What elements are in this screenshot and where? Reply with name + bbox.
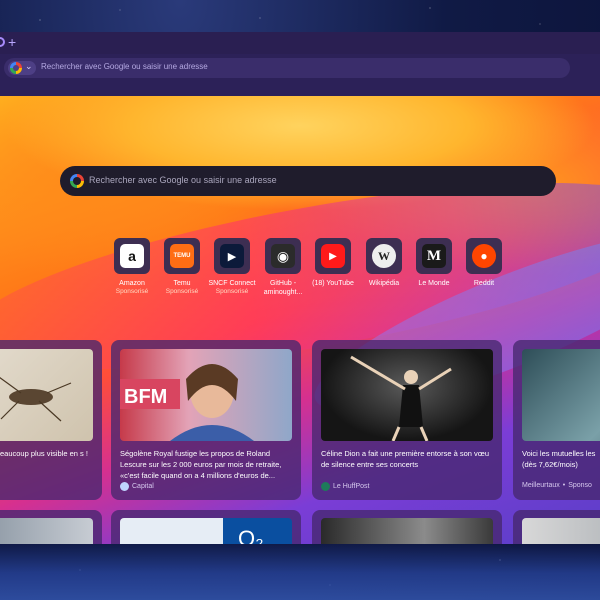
speed-dial-sponsored: Sponsorisé [115, 288, 149, 295]
svg-text:BFM: BFM [124, 386, 167, 408]
story-title: Voici les mutuelles les (dès 7,62€/mois) [522, 449, 596, 469]
story-thumbnail [321, 349, 493, 441]
story-title: eaucoup plus visible en s ! [0, 449, 88, 458]
speed-dial-sponsored: Sponsorisé [165, 288, 199, 295]
story-source-name: Capital [132, 483, 154, 490]
newtab-search-input[interactable]: Rechercher avec Google ou saisir une adr… [60, 166, 556, 196]
story-card[interactable]: eaucoup plus visible en s ! [0, 340, 102, 500]
speed-dial-label: Amazon [119, 280, 145, 287]
story-source: Capital [120, 482, 154, 491]
speed-dial-label: Temu [173, 280, 191, 287]
browser-window: + ⌄ Rechercher avec Google ou saisir une… [0, 32, 600, 544]
speed-dial-amazon[interactable]: a Amazon Sponsorisé [105, 238, 159, 296]
story-thumbnail [522, 349, 600, 441]
huffpost-logo-icon [321, 482, 330, 491]
speed-dial-youtube[interactable]: ▶ (18) YouTube [306, 238, 360, 288]
google-icon [70, 174, 84, 188]
story-card[interactable] [312, 510, 502, 544]
story-source: Le HuffPost [321, 482, 369, 491]
story-sponsored-label: Sponso [568, 482, 592, 489]
story-card[interactable]: BFM Ségolène Royal fustige les propos de… [111, 340, 301, 500]
address-placeholder: Rechercher avec Google ou saisir une adr… [41, 62, 208, 71]
capital-logo-icon [120, 482, 129, 491]
o2-logo-image: O₂ [238, 526, 264, 544]
speed-dial-sncf-connect[interactable]: ▶ SNCF Connect Sponsorisé [205, 238, 259, 296]
story-source: Meilleurtaux • Sponso [522, 482, 592, 489]
new-tab-page: Rechercher avec Google ou saisir une adr… [0, 96, 600, 544]
svg-text:O₂: O₂ [238, 526, 264, 544]
speed-dial-label: Reddit [473, 280, 495, 287]
speed-dial-github[interactable]: ◉ GitHub - aminought... [256, 238, 310, 297]
story-thumbnail [522, 518, 600, 544]
story-thumbnail: BFM [120, 349, 292, 441]
singer-image [350, 355, 452, 441]
speed-dial-reddit[interactable]: ● Reddit [457, 238, 511, 288]
desktop-glow [0, 540, 600, 600]
amazon-icon: a [120, 244, 144, 268]
temu-icon: TEMU [170, 244, 194, 268]
toolbar: ⌄ Rechercher avec Google ou saisir une a… [0, 54, 600, 96]
insect-image [0, 376, 72, 422]
tab-bar: + [0, 32, 600, 54]
source-separator: • [562, 482, 566, 489]
speed-dials: a Amazon Sponsorisé TEMU Temu Sponsorisé… [0, 238, 600, 298]
chevron-down-icon: ⌄ [25, 61, 33, 71]
portrait-image: BFM [120, 364, 254, 441]
speed-dial-sponsored: Sponsorisé [215, 288, 249, 295]
tab-favicon-icon[interactable] [0, 37, 5, 47]
speed-dial-le-monde[interactable]: M Le Monde [407, 238, 461, 288]
search-placeholder: Rechercher avec Google ou saisir une adr… [89, 175, 277, 185]
speed-dial-label: GitHub - aminought... [263, 280, 303, 296]
story-source-name: Le HuffPost [333, 483, 370, 490]
story-title: Céline Dion a fait une première entorse … [321, 449, 490, 469]
story-card[interactable]: O₂ [111, 510, 301, 544]
speed-dial-label: SNCF Connect [208, 280, 256, 287]
address-bar[interactable]: ⌄ Rechercher avec Google ou saisir une a… [4, 58, 570, 78]
story-thumbnail [0, 518, 93, 544]
story-card[interactable] [0, 510, 102, 544]
story-thumbnail [0, 349, 93, 441]
speed-dial-label: Wikipédia [368, 280, 400, 287]
google-icon [10, 62, 22, 74]
reddit-icon: ● [472, 244, 496, 268]
story-source-name: Meilleurtaux [522, 482, 560, 489]
sncf-connect-icon: ▶ [220, 244, 244, 268]
youtube-icon: ▶ [321, 244, 345, 268]
new-tab-button[interactable]: + [8, 33, 16, 51]
story-thumbnail [321, 518, 493, 544]
story-card[interactable]: Voici les mutuelles les (dès 7,62€/mois)… [513, 340, 600, 500]
speed-dial-wikipedia[interactable]: W Wikipédia [357, 238, 411, 288]
stories-grid: eaucoup plus visible en s ! BFM Ségolène… [0, 340, 600, 544]
speed-dial-temu[interactable]: TEMU Temu Sponsorisé [155, 238, 209, 296]
story-thumbnail: O₂ [120, 518, 292, 544]
le-monde-icon: M [422, 244, 446, 268]
story-card[interactable] [513, 510, 600, 544]
wikipedia-icon: W [372, 244, 396, 268]
story-card[interactable]: Céline Dion a fait une première entorse … [312, 340, 502, 500]
speed-dial-label: (18) YouTube [312, 280, 354, 287]
github-icon: ◉ [271, 244, 295, 268]
story-title: Ségolène Royal fustige les propos de Rol… [120, 449, 282, 480]
speed-dial-label: Le Monde [418, 280, 450, 287]
search-engine-selector[interactable]: ⌄ [8, 61, 36, 75]
